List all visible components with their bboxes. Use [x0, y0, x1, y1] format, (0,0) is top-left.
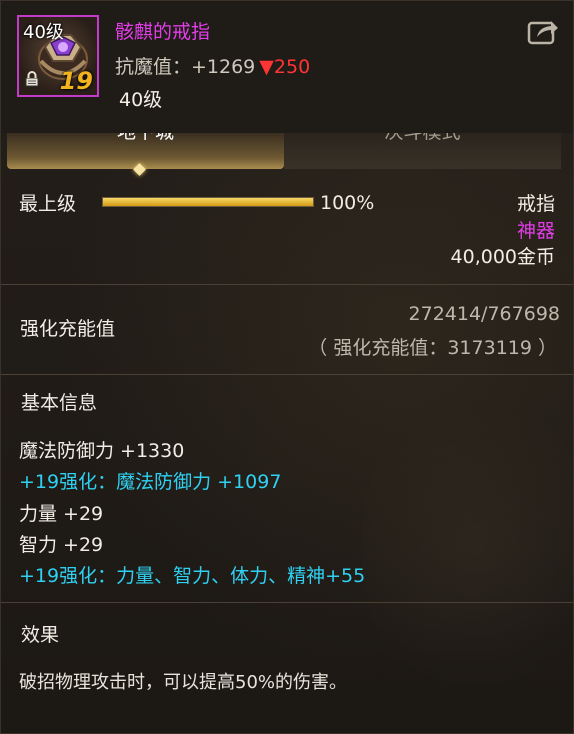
- stat-line: 智力 +29: [19, 534, 104, 556]
- tab-dungeon-label: 地下城: [117, 133, 174, 143]
- charge-total: （ 强化充能值：3173119 ）: [308, 337, 557, 359]
- grade-progress-fill: [103, 198, 313, 206]
- mode-tabs: 地下城 决斗模式: [7, 133, 567, 169]
- stat-line-enhance: +19强化：魔法防御力 +1097: [19, 471, 282, 493]
- effect-title: 效果: [21, 624, 60, 646]
- tab-pvp[interactable]: 决斗模式: [284, 133, 561, 169]
- effect-text: 破招物理攻击时，可以提高50%的伤害。: [19, 672, 348, 693]
- item-level-tag: 40级: [23, 22, 64, 43]
- stat-line: 魔法防御力 +1330: [19, 440, 185, 462]
- resist-label: 抗魔值：+1269: [115, 56, 256, 78]
- tab-dungeon[interactable]: 地下城: [7, 133, 284, 169]
- tab-pvp-label: 决斗模式: [384, 133, 460, 143]
- background-decoration: [361, 381, 573, 711]
- grade-percent: 100%: [320, 192, 375, 214]
- grade-progress-bar: [102, 197, 314, 207]
- tooltip-header: 40级 19 骸麒的戒指 抗魔值：+1269 ▼250 40级: [1, 1, 573, 133]
- lock-icon: [25, 71, 39, 87]
- divider: [1, 602, 573, 603]
- divider: [1, 284, 573, 285]
- item-name: 骸麒的戒指: [115, 21, 211, 43]
- share-icon[interactable]: [527, 17, 559, 45]
- item-type: 戒指: [516, 193, 555, 215]
- item-rarity: 神器: [516, 220, 555, 242]
- stat-line: 力量 +29: [19, 503, 104, 525]
- divider: [1, 374, 573, 375]
- resist-row: 抗魔值：+1269 ▼250: [115, 52, 310, 79]
- charge-value: 272414/767698: [408, 303, 560, 325]
- item-tooltip: 40级 19 骸麒的戒指 抗魔值：+1269▼250 40级 地下城 决斗模式 …: [0, 0, 574, 734]
- required-level: 40级: [119, 89, 163, 111]
- charge-label: 强化充能值: [20, 318, 116, 340]
- enhance-level-tag: 19: [59, 67, 93, 95]
- basic-info-title: 基本信息: [21, 392, 98, 414]
- resist-diff: ▼250: [259, 56, 311, 78]
- item-icon: 40级 19: [17, 15, 99, 97]
- item-price: 40,000金币: [450, 246, 555, 268]
- stat-line-enhance: +19强化：力量、智力、体力、精神+55: [19, 565, 366, 587]
- grade-label: 最上级: [19, 193, 77, 215]
